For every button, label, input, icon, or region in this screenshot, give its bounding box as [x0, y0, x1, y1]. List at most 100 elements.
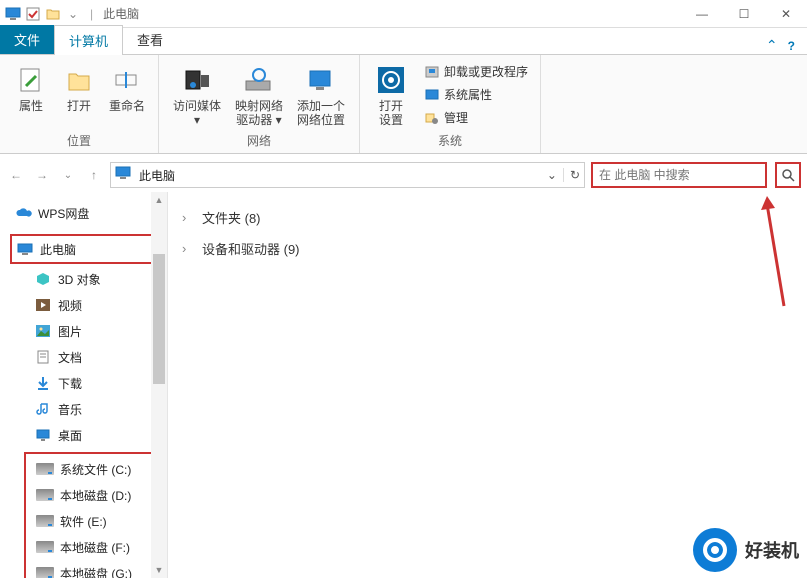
cloud-icon [14, 204, 32, 222]
sidebar-drive-d[interactable]: 本地磁盘 (D:) [28, 482, 155, 508]
ribbon-group-network: 访问媒体▾ 映射网络驱动器 ▾ 添加一个网络位置 网络 [159, 55, 360, 153]
downloads-icon [34, 374, 52, 392]
annotation-arrow [759, 196, 789, 316]
ribbon-uninstall[interactable]: 卸载或更改程序 [420, 61, 532, 82]
ribbon-properties[interactable]: 属性 [8, 59, 54, 130]
ribbon-add-network-loc[interactable]: 添加一个网络位置 [291, 59, 351, 130]
window-buttons: — ☐ ✕ [681, 1, 807, 27]
sidebar-item-videos[interactable]: 视频 [4, 292, 163, 318]
up-button[interactable]: ↑ [84, 165, 104, 185]
group-label-network: 网络 [247, 130, 271, 151]
minimize-button[interactable]: — [681, 1, 723, 27]
sidebar-item-documents[interactable]: 文档 [4, 344, 163, 370]
desktop-icon [34, 426, 52, 444]
ribbon-open[interactable]: 打开 [56, 59, 102, 130]
maximize-button[interactable]: ☐ [723, 1, 765, 27]
sidebar-item-this-pc[interactable]: 此电脑 [12, 236, 155, 262]
tab-view[interactable]: 查看 [123, 25, 177, 54]
properties-icon [14, 63, 48, 97]
documents-icon [34, 348, 52, 366]
group-label: 文件夹 (8) [202, 208, 261, 227]
drive-icon [36, 486, 54, 504]
checkbox-icon[interactable] [24, 5, 42, 23]
separator: | [90, 7, 93, 21]
ribbon-tabs: 文件 计算机 查看 ⌃ ? [0, 28, 807, 54]
sidebar-item-3d[interactable]: 3D 对象 [4, 266, 163, 292]
group-folders[interactable]: › 文件夹 (8) [182, 202, 793, 233]
pc-icon [4, 5, 22, 23]
address-bar[interactable]: 此电脑 ⌄ ↻ [110, 162, 585, 188]
music-icon [34, 400, 52, 418]
rename-icon [110, 63, 144, 97]
back-button[interactable]: ← [6, 165, 26, 185]
3d-icon [34, 270, 52, 288]
group-label-system: 系统 [438, 130, 462, 151]
sidebar-label: 此电脑 [40, 241, 76, 258]
highlight-drives: 系统文件 (C:) 本地磁盘 (D:) 软件 (E:) 本地磁盘 (F:) 本地… [24, 452, 159, 578]
group-devices[interactable]: › 设备和驱动器 (9) [182, 233, 793, 264]
map-drive-icon [242, 63, 276, 97]
ribbon-group-system: 打开设置 卸载或更改程序 系统属性 管理 系统 [360, 55, 541, 153]
watermark-logo-icon [693, 528, 737, 572]
sidebar-drive-f[interactable]: 本地磁盘 (F:) [28, 534, 155, 560]
address-dropdown-icon[interactable]: ⌄ [541, 168, 563, 182]
folder-quick-icon[interactable] [44, 5, 62, 23]
search-input[interactable] [599, 168, 759, 182]
tab-file[interactable]: 文件 [0, 25, 54, 54]
search-box[interactable] [591, 162, 767, 188]
sidebar-drive-g[interactable]: 本地磁盘 (G:) [28, 560, 155, 578]
video-icon [34, 296, 52, 314]
ribbon-manage[interactable]: 管理 [420, 107, 532, 128]
sidebar-item-downloads[interactable]: 下载 [4, 370, 163, 396]
recent-button[interactable]: ⌄ [58, 165, 78, 185]
sidebar-item-music[interactable]: 音乐 [4, 396, 163, 422]
window-title: 此电脑 [103, 5, 139, 22]
sidebar-item-desktop[interactable]: 桌面 [4, 422, 163, 448]
address-text: 此电脑 [139, 167, 541, 184]
drive-icon [36, 460, 54, 478]
help-icon[interactable]: ? [788, 39, 795, 53]
watermark: 好装机 [693, 528, 799, 572]
pc-icon [16, 240, 34, 258]
body: WPS网盘 此电脑 3D 对象 视频 图片 文档 下载 音乐 桌面 系统文件 (… [0, 192, 807, 578]
search-button[interactable] [775, 162, 801, 188]
settings-icon [374, 63, 408, 97]
chevron-right-icon[interactable]: › [182, 210, 194, 225]
drive-icon [36, 564, 54, 578]
ribbon-access-media[interactable]: 访问媒体▾ [167, 59, 227, 130]
refresh-icon[interactable]: ↻ [563, 168, 580, 182]
manage-icon [424, 110, 440, 126]
content-pane: › 文件夹 (8) › 设备和驱动器 (9) [168, 192, 807, 578]
quick-access-toolbar: ⌄ [0, 5, 86, 23]
ribbon-group-position: 属性 打开 重命名 位置 [0, 55, 159, 153]
forward-button[interactable]: → [32, 165, 52, 185]
group-label-position: 位置 [67, 130, 91, 151]
sidebar-item-pictures[interactable]: 图片 [4, 318, 163, 344]
ribbon-rename[interactable]: 重命名 [104, 59, 150, 130]
sidebar-label: WPS网盘 [38, 205, 89, 222]
add-network-loc-icon [304, 63, 338, 97]
access-media-icon [180, 63, 214, 97]
ribbon-map-drive[interactable]: 映射网络驱动器 ▾ [229, 59, 289, 130]
pc-icon [115, 166, 133, 184]
tab-computer[interactable]: 计算机 [54, 25, 123, 55]
sidebar-drive-c[interactable]: 系统文件 (C:) [28, 456, 155, 482]
sidebar-drive-e[interactable]: 软件 (E:) [28, 508, 155, 534]
watermark-text: 好装机 [745, 537, 799, 563]
chevron-right-icon[interactable]: › [182, 241, 194, 256]
drive-icon [36, 538, 54, 556]
navbar: ← → ⌄ ↑ 此电脑 ⌄ ↻ [0, 158, 807, 192]
sidebar-item-wps[interactable]: WPS网盘 [4, 200, 163, 226]
ribbon-sys-props[interactable]: 系统属性 [420, 84, 532, 105]
ribbon-collapse-icon[interactable]: ⌃ [766, 37, 778, 54]
titlebar: ⌄ | 此电脑 — ☐ ✕ [0, 0, 807, 28]
overflow-icon[interactable]: ⌄ [64, 5, 82, 23]
ribbon-open-settings[interactable]: 打开设置 [368, 59, 414, 130]
scroll-thumb[interactable] [153, 254, 165, 384]
ribbon: 属性 打开 重命名 位置 访问媒体▾ [0, 54, 807, 154]
scroll-up-icon[interactable]: ▲ [151, 192, 167, 208]
sys-props-icon [424, 87, 440, 103]
scroll-down-icon[interactable]: ▼ [151, 562, 167, 578]
sidebar-scrollbar[interactable]: ▲ ▼ [151, 192, 167, 578]
close-button[interactable]: ✕ [765, 1, 807, 27]
